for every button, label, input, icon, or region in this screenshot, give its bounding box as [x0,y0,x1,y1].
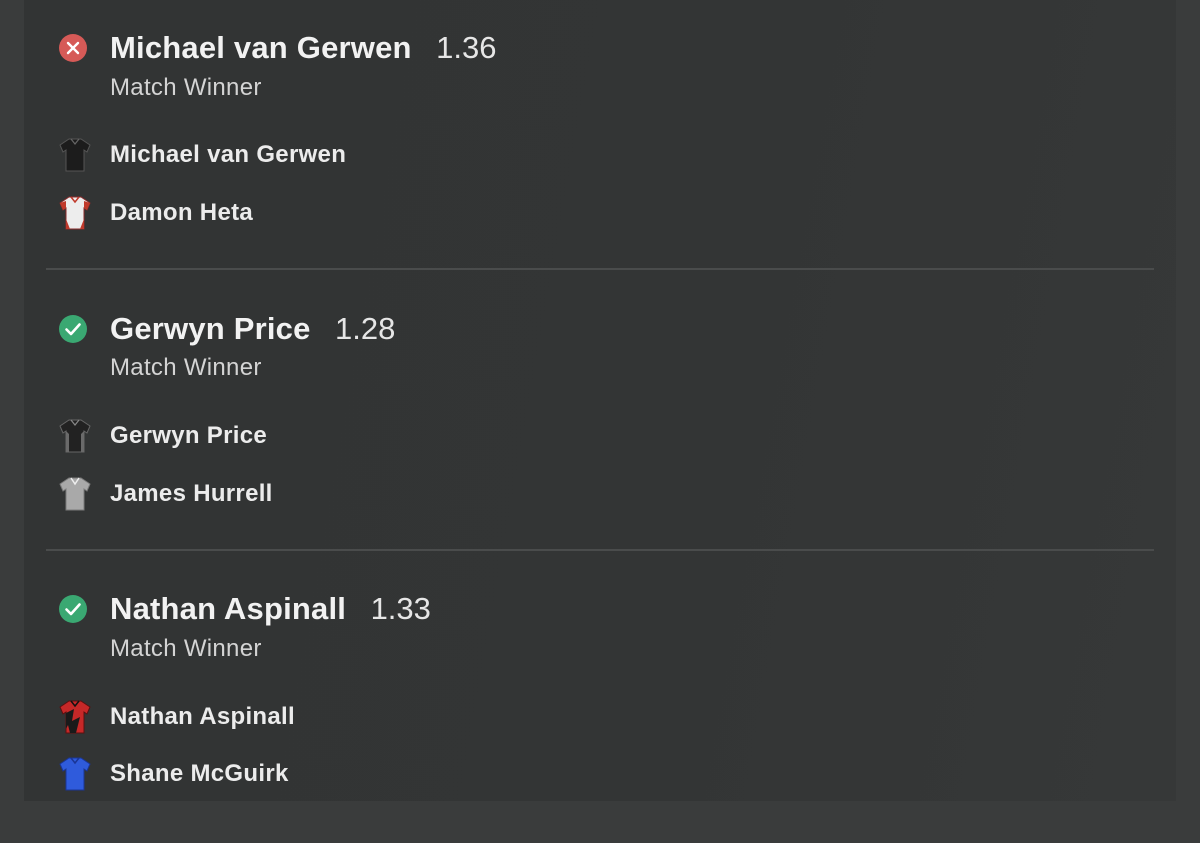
participant-name: Michael van Gerwen [110,141,347,168]
white-red-shirt-icon [59,196,91,230]
bet-selection[interactable]: Michael van Gerwen 1.36 Match Winner Mic… [24,0,1176,281]
settled-bets-panel: Michael van Gerwen 1.36 Match Winner Mic… [24,0,1176,801]
participant-name: James Hurrell [110,480,273,507]
participant-name: Shane McGuirk [110,760,289,787]
selection-divider [46,268,1154,270]
participant-row: Damon Heta [58,195,253,231]
participant-row: Michael van Gerwen [58,137,346,173]
participant-name: Damon Heta [110,199,254,226]
selection-name: Michael van Gerwen [110,30,412,65]
lost-x-icon [59,34,87,62]
participant-row: Shane McGuirk [58,756,289,792]
selection-title-row: Nathan Aspinall 1.33 [110,591,431,627]
selection-name: Gerwyn Price [110,311,311,346]
blue-shirt-icon [59,757,91,791]
bet-slip-screen: Michael van Gerwen 1.36 Match Winner Mic… [0,0,1200,801]
participant-row: Gerwyn Price [58,418,267,454]
selection-name: Nathan Aspinall [110,591,347,626]
selection-odds: 1.33 [370,591,431,626]
market-name: Match Winner [110,74,262,101]
participant-row: Nathan Aspinall [58,699,295,735]
participant-name: Gerwyn Price [110,422,268,449]
market-name: Match Winner [110,635,262,662]
won-check-icon [59,315,87,343]
red-black-shirt-icon [59,700,91,734]
selection-title-row: Michael van Gerwen 1.36 [110,30,496,66]
selection-title-row: Gerwyn Price 1.28 [110,311,395,347]
market-name: Match Winner [110,354,262,381]
black-grey-shirt-icon [59,419,91,453]
grey-shirt-icon [59,477,91,511]
bet-selection[interactable]: Gerwyn Price 1.28 Match Winner Gerwyn Pr… [24,281,1176,562]
won-check-icon [59,595,87,623]
participant-name: Nathan Aspinall [110,703,295,730]
selection-odds: 1.36 [436,30,497,65]
selection-divider [46,549,1154,551]
selection-odds: 1.28 [335,311,396,346]
black-shirt-icon [59,138,91,172]
participant-row: James Hurrell [58,476,273,512]
